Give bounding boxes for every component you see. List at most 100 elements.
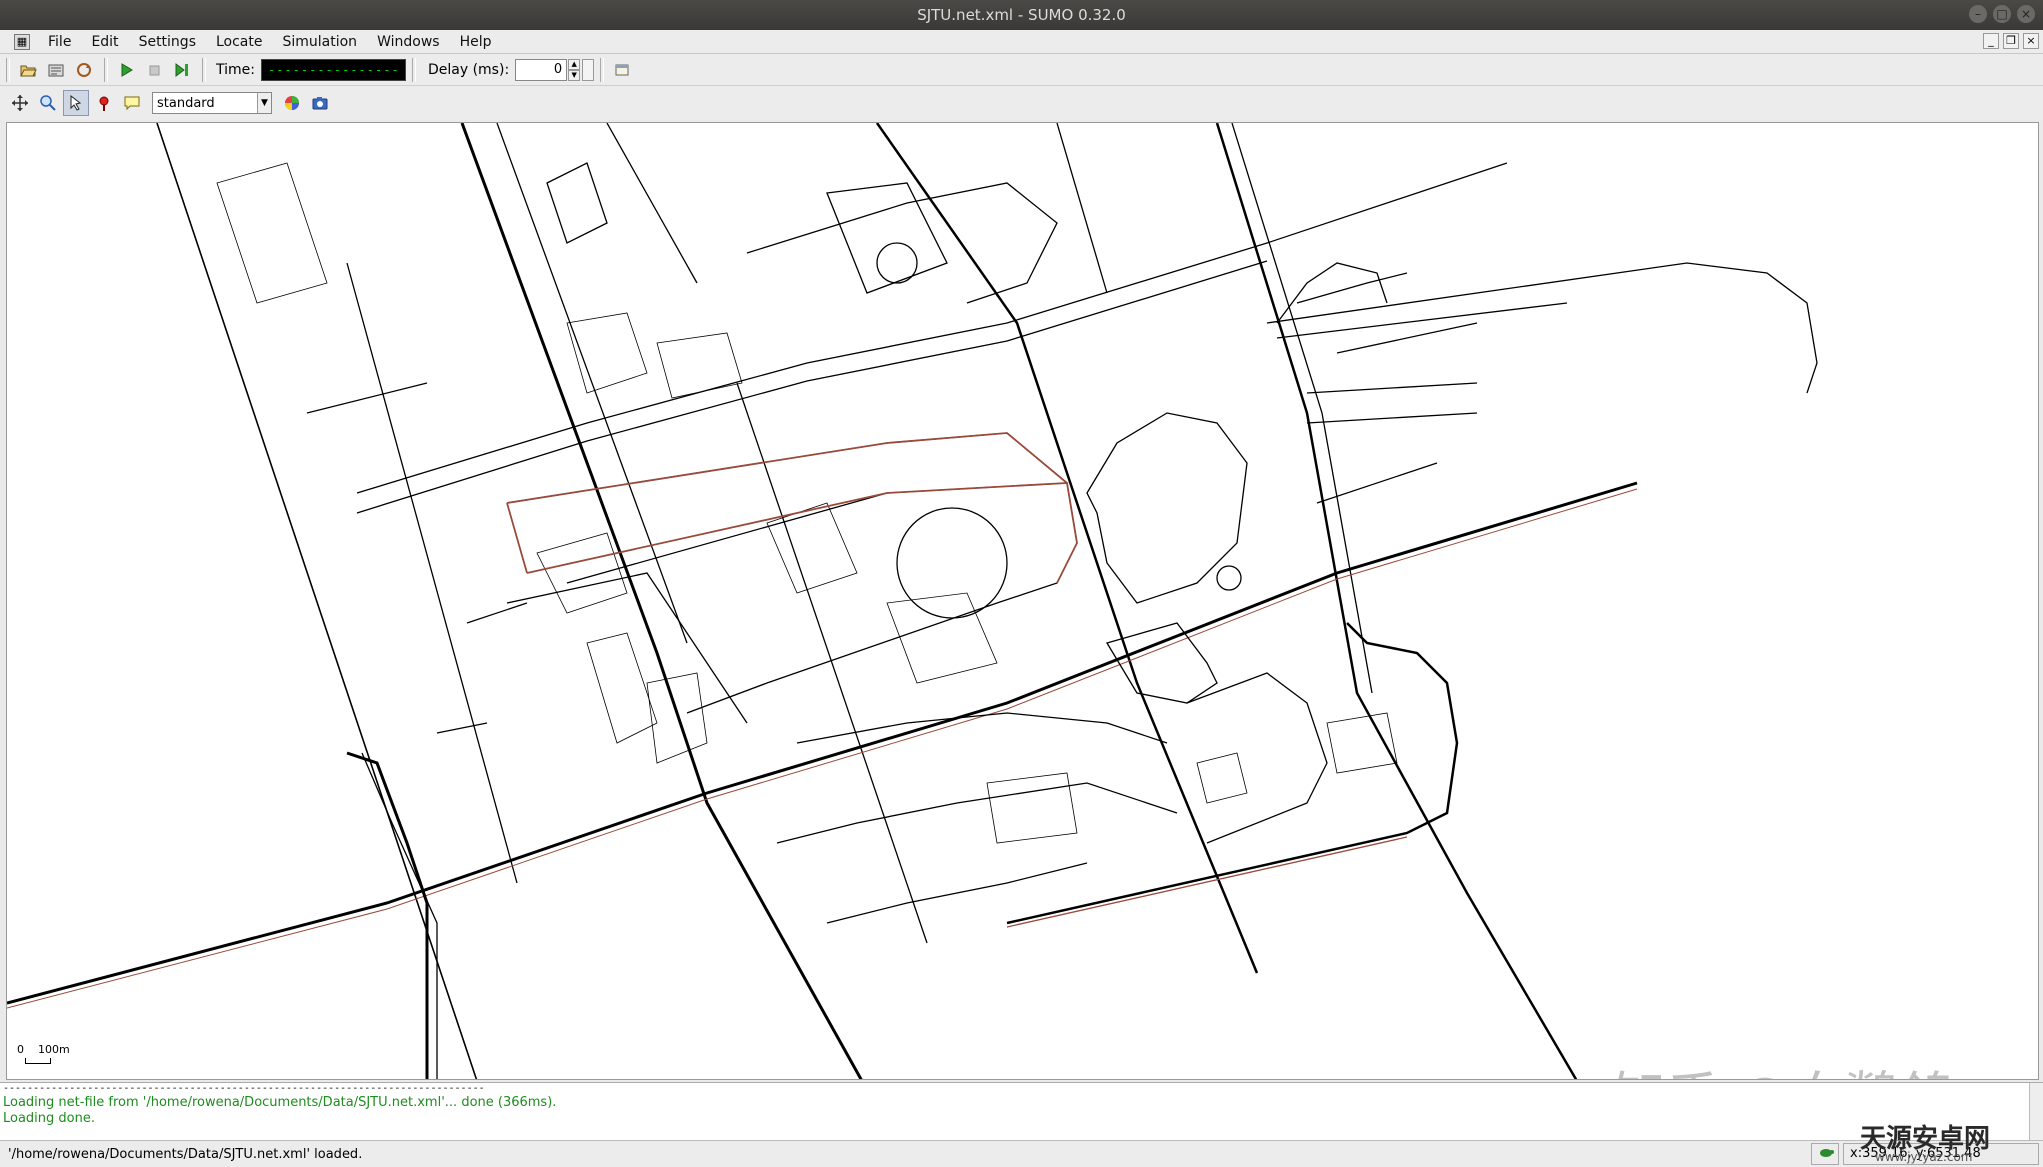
railway <box>7 488 1638 1009</box>
road <box>346 262 518 884</box>
delay-input[interactable] <box>515 58 568 81</box>
roundabout <box>1216 565 1242 591</box>
log-line: Loading net-file from '/home/rowena/Docu… <box>3 1095 557 1110</box>
chevron-down-icon: ▼ <box>257 93 271 113</box>
road <box>1215 123 1578 1079</box>
scale-start: 0 <box>17 1043 24 1056</box>
stop-icon[interactable] <box>141 57 167 83</box>
toolbar-grip[interactable] <box>6 57 10 82</box>
window-controls: – □ × <box>1969 5 2035 23</box>
railway <box>7 481 1638 1005</box>
roundabout <box>876 242 918 284</box>
color-scheme-value: standard <box>157 95 215 111</box>
maximize-button[interactable]: □ <box>1993 5 2011 23</box>
open-network-icon[interactable] <box>43 57 69 83</box>
status-message: '/home/rowena/Documents/Data/SJTU.net.xm… <box>8 1146 363 1162</box>
delay-spinner[interactable]: ▲ ▼ <box>568 58 581 81</box>
road <box>1056 123 1108 294</box>
road <box>656 332 743 399</box>
run-icon[interactable] <box>113 57 139 83</box>
road <box>736 382 928 944</box>
color-scheme-select[interactable]: standard ▼ <box>152 92 272 114</box>
menubar: ▦ File Edit Settings Locate Simulation W… <box>0 30 2043 54</box>
color-wheel-icon[interactable] <box>279 90 305 116</box>
road <box>1336 322 1478 354</box>
log-line: Loading done. <box>3 1111 95 1126</box>
road <box>1196 752 1248 804</box>
road-network-map[interactable] <box>7 123 2039 1080</box>
menu-settings[interactable]: Settings <box>129 34 206 50</box>
menu-simulation[interactable]: Simulation <box>272 34 367 50</box>
log-scrollbar[interactable] <box>2029 1083 2043 1141</box>
road <box>586 632 658 744</box>
road <box>886 592 998 684</box>
road <box>436 722 488 734</box>
toolbar-separator <box>202 57 206 82</box>
statusbar: '/home/rowena/Documents/Data/SJTU.net.xm… <box>0 1140 2043 1167</box>
reload-icon[interactable] <box>71 57 97 83</box>
road <box>1186 672 1328 844</box>
simulation-toolbar: Time: ------------------ Delay (ms): ▲▼ <box>0 54 2043 86</box>
highlighted-route <box>506 502 528 574</box>
screenshot-icon[interactable] <box>307 90 333 116</box>
app-icon[interactable]: ▦ <box>14 33 30 50</box>
zhihu-watermark: 知乎 @白鹡鸰 <box>1612 1053 1953 1079</box>
menu-locate[interactable]: Locate <box>206 34 273 50</box>
menu-file[interactable]: File <box>38 34 81 50</box>
locate-icon[interactable] <box>63 90 89 116</box>
toolbar-separator <box>104 57 108 82</box>
delay-label: Delay (ms): <box>427 61 510 78</box>
scale-end: 100m <box>38 1043 70 1056</box>
zoom-icon[interactable] <box>35 90 61 116</box>
road <box>1296 272 1408 304</box>
message-log: ----------------------------------------… <box>0 1082 2043 1141</box>
spin-down-icon[interactable]: ▼ <box>568 69 581 81</box>
road <box>466 602 528 624</box>
road <box>986 772 1078 844</box>
road <box>1326 712 1398 774</box>
step-icon[interactable] <box>169 57 195 83</box>
road <box>216 162 328 304</box>
open-simulation-icon[interactable] <box>15 57 41 83</box>
window-title: SJTU.net.xml - SUMO 0.32.0 <box>917 6 1126 24</box>
log-separator: ----------------------------------------… <box>3 1083 485 1094</box>
site-url-watermark: www.jytyaz.com <box>1875 1150 1973 1164</box>
status-indicator <box>1811 1143 1839 1165</box>
mdi-minimize-button[interactable]: _ <box>1983 33 1999 49</box>
minimize-button[interactable]: – <box>1969 5 1987 23</box>
road <box>875 123 1259 974</box>
road <box>506 572 748 724</box>
mdi-controls: _ ❐ × <box>1983 33 2039 49</box>
road <box>566 312 648 394</box>
road <box>606 123 698 284</box>
menu-edit[interactable]: Edit <box>81 34 128 50</box>
time-display: ------------------ <box>260 58 406 81</box>
spin-up-icon[interactable]: ▲ <box>568 58 581 70</box>
window-titlebar: SJTU.net.xml - SUMO 0.32.0 – □ × <box>0 0 2043 30</box>
new-view-icon[interactable] <box>609 57 635 83</box>
recenter-view-icon[interactable] <box>7 90 33 116</box>
close-button[interactable]: × <box>2017 5 2035 23</box>
mdi-restore-button[interactable]: ❐ <box>2003 33 2019 49</box>
road <box>356 260 1268 514</box>
time-label: Time: <box>216 61 255 78</box>
delay-slider[interactable] <box>582 58 595 81</box>
road <box>460 123 863 1079</box>
tooltip-icon[interactable] <box>119 90 145 116</box>
roundabout <box>896 507 1008 619</box>
road <box>1306 382 1478 394</box>
road <box>306 382 428 414</box>
menu-windows[interactable]: Windows <box>367 34 450 50</box>
mdi-close-button[interactable]: × <box>2023 33 2039 49</box>
locate-junction-icon[interactable] <box>91 90 117 116</box>
road <box>1266 262 1818 394</box>
menu-help[interactable]: Help <box>450 34 502 50</box>
road <box>156 123 478 1079</box>
toolbar-separator <box>600 57 605 82</box>
road <box>536 532 628 614</box>
network-canvas[interactable]: 0 100m 知乎 @白鹡鸰 <box>6 122 2039 1080</box>
road <box>1086 412 1248 604</box>
turtle-icon <box>1820 1149 1834 1157</box>
road <box>826 182 948 294</box>
highlighted-route <box>506 432 1078 584</box>
